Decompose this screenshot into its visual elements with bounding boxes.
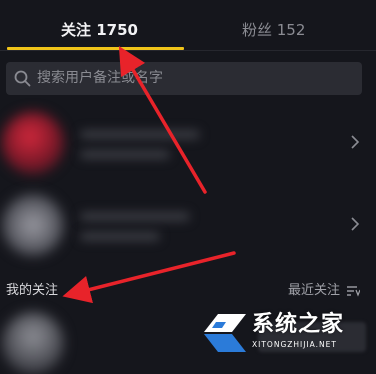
avatar <box>2 194 64 256</box>
avatar <box>2 312 64 374</box>
watermark-site: XITONGZHIJIA.NET <box>252 340 337 349</box>
chevron-right-icon <box>351 217 360 231</box>
search-box[interactable]: 搜索用户备注或名字 <box>6 62 362 95</box>
chevron-right-icon <box>351 135 360 149</box>
sort-button[interactable]: 最近关注 <box>288 282 340 299</box>
blurred-name <box>80 212 190 221</box>
blurred-subtitle <box>80 232 160 241</box>
tab-fans[interactable]: 粉丝 152 <box>242 20 305 40</box>
search-placeholder: 搜索用户备注或名字 <box>37 70 163 86</box>
blurred-name <box>80 130 200 139</box>
tab-following[interactable]: 关注 1750 <box>61 20 138 40</box>
list-item[interactable] <box>0 104 376 182</box>
watermark-brand: 系统之家 <box>252 312 345 337</box>
watermark: 系统之家 XITONGZHIJIA.NET <box>200 306 376 358</box>
tab-divider <box>0 50 376 51</box>
search-icon <box>14 70 31 87</box>
blurred-subtitle <box>80 150 170 159</box>
section-title: 我的关注 <box>6 283 59 298</box>
avatar <box>2 112 64 174</box>
watermark-logo <box>204 314 246 352</box>
list-item[interactable] <box>0 186 376 264</box>
tab-bar: 关注 1750 粉丝 152 <box>0 0 376 51</box>
sort-icon[interactable] <box>346 285 360 297</box>
